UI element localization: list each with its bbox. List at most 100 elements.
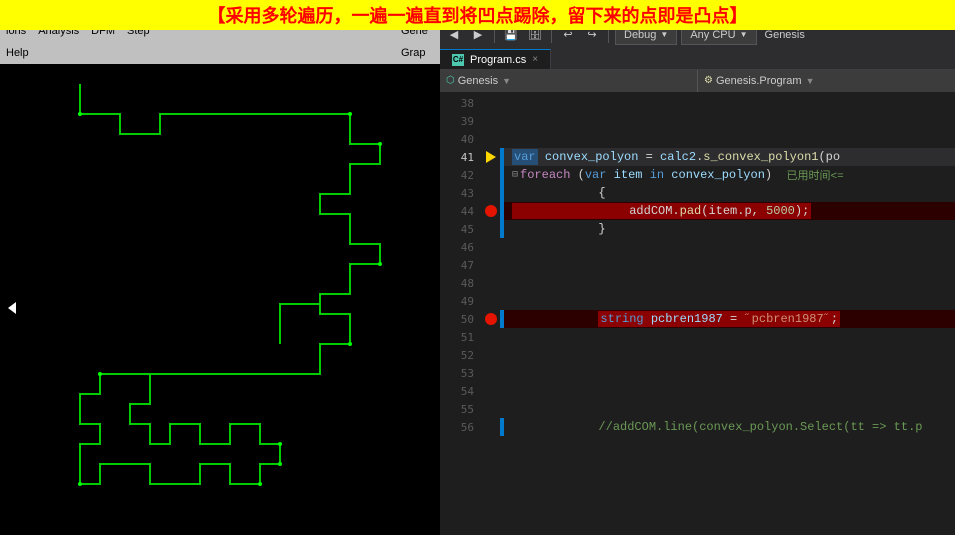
toolbar-genesis-label: Genesis <box>761 29 809 41</box>
ide-code-area: 38 39 40 41 42 43 44 45 46 47 48 49 50 5… <box>440 92 955 535</box>
breakpoint-gutter <box>482 92 500 535</box>
ln-48: 48 <box>440 274 474 292</box>
bp-52[interactable] <box>482 346 500 364</box>
bp-56[interactable] <box>482 418 500 436</box>
bp-39[interactable] <box>482 112 500 130</box>
line-numbers-gutter: 38 39 40 41 42 43 44 45 46 47 48 49 50 5… <box>440 92 482 535</box>
ln-40: 40 <box>440 130 474 148</box>
cad-panel: ions Analysis DFM Step ≡F Frontline Gene… <box>0 0 440 535</box>
bp-42[interactable] <box>482 166 500 184</box>
bp-40[interactable] <box>482 130 500 148</box>
cpu-dropdown-arrow: ▼ <box>740 30 748 39</box>
ln-38: 38 <box>440 94 474 112</box>
nav-class-dropdown[interactable]: ⬡ Genesis ▼ <box>440 70 698 92</box>
bp-51[interactable] <box>482 328 500 346</box>
code-line-40 <box>504 130 955 148</box>
bp-50[interactable] <box>482 310 500 328</box>
token-calc-41: calc2 <box>660 150 696 164</box>
cad-svg-canvas <box>0 64 440 535</box>
token-foreach-42: foreach <box>520 168 570 182</box>
code-line-51 <box>504 328 955 346</box>
ide-nav-bar: ⬡ Genesis ▼ ⚙ Genesis.Program ▼ <box>440 70 955 92</box>
fold-42[interactable]: ⊟ <box>512 169 518 181</box>
code-line-47 <box>504 256 955 274</box>
nav-member-icon: ⚙ <box>704 75 713 86</box>
bp-41[interactable] <box>482 148 500 166</box>
ln-49: 49 <box>440 292 474 310</box>
token-method-41: s_convex_polyon1 <box>703 150 818 164</box>
breakpoint-44 <box>485 205 497 217</box>
menu-help[interactable]: Help <box>0 47 35 59</box>
code-line-46 <box>504 238 955 256</box>
code-line-52 <box>504 346 955 364</box>
ln-42: 42 <box>440 166 474 184</box>
token-timecomment-42: 已用时间<= <box>787 167 844 183</box>
nav-member-dropdown[interactable]: ⚙ Genesis.Program ▼ <box>698 70 955 92</box>
code-line-38 <box>504 94 955 112</box>
code-text-area: var convex_polyon = calc2.s_convex_polyo… <box>504 92 955 535</box>
code-line-53 <box>504 364 955 382</box>
tab-program-cs[interactable]: C# Program.cs × <box>440 49 551 69</box>
ln-50: 50 <box>440 310 474 328</box>
breakpoint-50 <box>485 313 497 325</box>
bp-49[interactable] <box>482 292 500 310</box>
ln-52: 52 <box>440 346 474 364</box>
bp-43[interactable] <box>482 184 500 202</box>
ln-45: 45 <box>440 220 474 238</box>
bp-53[interactable] <box>482 364 500 382</box>
ln-46: 46 <box>440 238 474 256</box>
ln-55: 55 <box>440 400 474 418</box>
ln-41: 41 <box>440 148 474 166</box>
bp-55[interactable] <box>482 400 500 418</box>
menu-grap[interactable]: Grap <box>395 47 431 59</box>
code-line-43: { <box>504 184 955 202</box>
ln-39: 39 <box>440 112 474 130</box>
token-in-42: in <box>650 168 664 182</box>
tab-filename: Program.cs <box>470 54 526 66</box>
code-line-39 <box>504 112 955 130</box>
nav-member-label: Genesis.Program <box>716 75 802 87</box>
ln-43: 43 <box>440 184 474 202</box>
bp-38[interactable] <box>482 94 500 112</box>
token-comment-56: //addCOM.line(convex_polyon.Select(tt =>… <box>512 420 922 434</box>
token-var-41: var <box>512 149 538 165</box>
nav-class-icon: ⬡ <box>446 75 455 86</box>
token-var-42: var <box>585 168 607 182</box>
token-item-42: item <box>614 168 643 182</box>
code-line-42: ⊟ foreach ( var item in convex_polyon ) … <box>504 166 955 184</box>
code-line-41: var convex_polyon = calc2.s_convex_polyo… <box>504 148 955 166</box>
code-line-45: } <box>504 220 955 238</box>
token-string-50: string pcbren1987 = ˝pcbren1987˝; <box>598 311 840 327</box>
token-convex-42: convex_polyon <box>671 168 765 182</box>
code-line-56: //addCOM.line(convex_polyon.Select(tt =>… <box>504 418 955 436</box>
code-line-48 <box>504 274 955 292</box>
ln-56: 56 <box>440 418 474 436</box>
nav-class-label: Genesis <box>458 75 498 87</box>
cad-menu-bar-2: Help Grap <box>0 42 440 64</box>
bp-54[interactable] <box>482 382 500 400</box>
token-space-41 <box>538 150 545 164</box>
ide-panel: 文件(F) 编辑(E) 视图(V) 项目(P) 生成(B) 调试(D) 团队(M… <box>440 0 955 535</box>
token-varname-41: convex_polyon <box>545 150 639 164</box>
code-line-44: addCOM.pad(item.p, 5000); <box>504 202 955 220</box>
ln-51: 51 <box>440 328 474 346</box>
ide-tab-bar: C# Program.cs × <box>440 48 955 70</box>
bp-45[interactable] <box>482 220 500 238</box>
bp-44[interactable] <box>482 202 500 220</box>
tab-cs-icon: C# <box>452 54 464 66</box>
nav-class-arrow: ▼ <box>502 76 511 86</box>
bp-47[interactable] <box>482 256 500 274</box>
token-addcom-44: addCOM.pad(item.p, 5000); <box>512 203 811 219</box>
code-line-50: string pcbren1987 = ˝pcbren1987˝; <box>504 310 955 328</box>
code-line-54 <box>504 382 955 400</box>
ln-47: 47 <box>440 256 474 274</box>
code-line-49 <box>504 292 955 310</box>
ln-54: 54 <box>440 382 474 400</box>
bp-46[interactable] <box>482 238 500 256</box>
bp-48[interactable] <box>482 274 500 292</box>
current-line-indicator <box>486 151 496 163</box>
tab-close-btn[interactable]: × <box>532 54 538 65</box>
ln-44: 44 <box>440 202 474 220</box>
code-line-55 <box>504 400 955 418</box>
debug-dropdown-arrow: ▼ <box>660 30 668 39</box>
